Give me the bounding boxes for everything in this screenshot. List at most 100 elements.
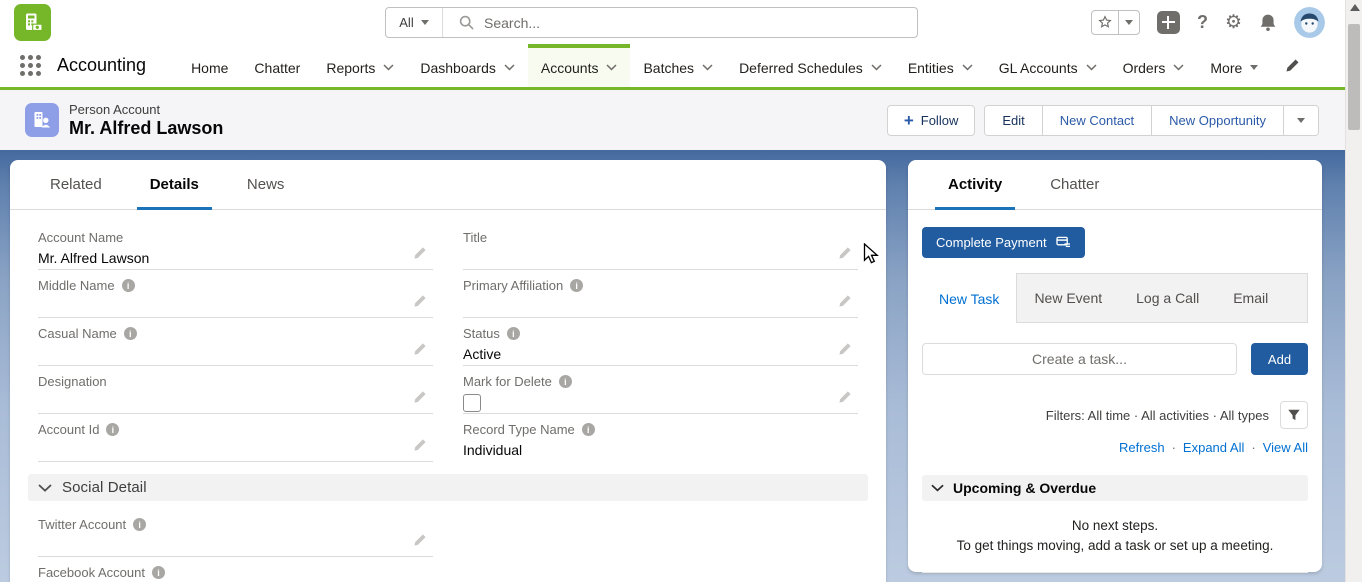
info-icon[interactable] [559,375,572,388]
nav-tab-deferred-schedules[interactable]: Deferred Schedules [726,44,895,87]
person-account-icon [25,103,59,137]
edit-pencil-icon[interactable] [413,438,427,452]
expand-all-link[interactable]: Expand All [1165,440,1245,455]
tab-chatter[interactable]: Chatter [1037,160,1112,209]
nav-tab-gl-accounts[interactable]: GL Accounts [986,44,1110,87]
tab-news[interactable]: News [234,160,298,209]
nav-tab-orders[interactable]: Orders [1110,44,1198,87]
notifications-bell-icon[interactable] [1259,13,1277,32]
tab-new-task[interactable]: New Task [922,273,1017,323]
info-icon[interactable] [124,327,137,340]
tab-new-event[interactable]: New Event [1017,274,1119,322]
nav-tabs: Home Chatter Reports Dashboards Accounts… [178,44,1271,87]
field-designation: Designation [38,366,433,414]
edit-pencil-icon[interactable] [838,294,852,308]
tab-log-a-call[interactable]: Log a Call [1119,274,1216,322]
setup-gear-icon[interactable]: ⚙ [1225,13,1242,32]
nav-tab-reports[interactable]: Reports [313,44,407,87]
scrollbar-up-arrow-icon[interactable] [1350,4,1360,11]
page-scrollbar[interactable] [1345,0,1362,582]
nav-tab-accounts[interactable]: Accounts [528,44,631,87]
add-task-button[interactable]: Add [1251,343,1308,375]
scrollbar-thumb[interactable] [1348,24,1360,130]
chevron-down-icon [504,64,515,71]
info-icon[interactable] [507,327,520,340]
field-middle-name: Middle Name [38,270,433,318]
tab-related[interactable]: Related [37,160,115,209]
refresh-link[interactable]: Refresh [1119,440,1165,455]
favorites-dropdown-icon[interactable] [1118,11,1139,34]
nav-tab-chatter[interactable]: Chatter [241,44,313,87]
nav-tab-more[interactable]: More [1197,44,1271,87]
accounting-app-logo-icon[interactable] [14,4,51,41]
create-task-row: Add [922,343,1308,375]
activity-links: Refresh Expand All View All [922,440,1308,455]
tab-details[interactable]: Details [137,160,212,209]
section-upcoming-overdue[interactable]: Upcoming & Overdue [922,475,1308,501]
edit-pencil-icon[interactable] [413,390,427,404]
edit-pencil-icon[interactable] [838,246,852,260]
field-status: Status Active [463,318,858,366]
activity-card: Activity Chatter Complete Payment New Ta… [908,160,1322,572]
edit-pencil-icon[interactable] [413,533,427,547]
quick-action-tabs: New Task New Event Log a Call Email [922,273,1308,323]
nav-tab-entities[interactable]: Entities [895,44,986,87]
more-actions-dropdown-icon[interactable] [1283,106,1318,135]
details-card: Related Details News Account Name Mr. Al… [10,160,886,582]
search-input[interactable]: Search... [484,15,540,31]
payment-icon [1056,236,1071,249]
user-avatar[interactable] [1294,7,1325,38]
edit-pencil-icon[interactable] [838,390,852,404]
info-icon[interactable] [133,518,146,531]
mark-for-delete-checkbox[interactable] [463,394,481,412]
favorite-star-icon[interactable] [1092,11,1118,34]
app-launcher-waffle-icon[interactable] [20,55,41,76]
new-contact-button[interactable]: New Contact [1042,106,1151,135]
edit-button[interactable]: Edit [985,106,1041,135]
divider [922,572,1308,573]
search-icon [459,15,474,30]
follow-button[interactable]: + Follow [887,105,976,136]
nav-tab-dashboards[interactable]: Dashboards [407,44,528,87]
help-icon[interactable]: ? [1197,12,1208,33]
info-icon[interactable] [152,566,165,579]
social-detail-fields: Twitter Account Facebook Account [10,501,886,582]
info-icon[interactable] [570,279,583,292]
section-social-detail[interactable]: Social Detail [28,474,868,501]
field-account-name: Account Name Mr. Alfred Lawson [38,222,433,270]
field-twitter-account: Twitter Account [38,509,433,557]
tab-activity[interactable]: Activity [935,160,1015,209]
nav-tab-home[interactable]: Home [178,44,241,87]
record-actions: + Follow Edit New Contact New Opportunit… [887,105,1319,136]
global-search[interactable]: All Search... [385,7,918,38]
info-icon[interactable] [122,279,135,292]
edit-navigation-pencil-icon[interactable] [1285,58,1300,73]
tab-email[interactable]: Email [1216,274,1285,322]
edit-pencil-icon[interactable] [413,294,427,308]
info-icon[interactable] [106,423,119,436]
global-create-plus-icon[interactable] [1157,11,1180,34]
chevron-down-icon [962,64,973,71]
create-task-input[interactable] [922,343,1237,375]
record-title: Mr. Alfred Lawson [69,118,223,139]
activity-tab-row: Activity Chatter [908,160,1322,210]
chevron-down-icon [931,484,944,492]
edit-pencil-icon[interactable] [413,246,427,260]
field-primary-affiliation: Primary Affiliation [463,270,858,318]
field-account-id: Account Id [38,414,433,462]
info-icon[interactable] [582,423,595,436]
filter-funnel-icon[interactable] [1280,401,1308,429]
chevron-down-icon [383,64,394,71]
edit-pencil-icon[interactable] [838,342,852,356]
chevron-down-icon [871,64,882,71]
new-opportunity-button[interactable]: New Opportunity [1151,106,1283,135]
empty-state-line1: No next steps. [908,516,1322,536]
complete-payment-button[interactable]: Complete Payment [922,227,1085,258]
calculator-cash-icon [21,11,45,35]
favorites-control [1091,10,1140,35]
global-header: All Search... ? ⚙ [0,0,1345,44]
view-all-link[interactable]: View All [1244,440,1308,455]
nav-tab-batches[interactable]: Batches [630,44,726,87]
edit-pencil-icon[interactable] [413,342,427,356]
search-scope-selector[interactable]: All [386,8,443,37]
